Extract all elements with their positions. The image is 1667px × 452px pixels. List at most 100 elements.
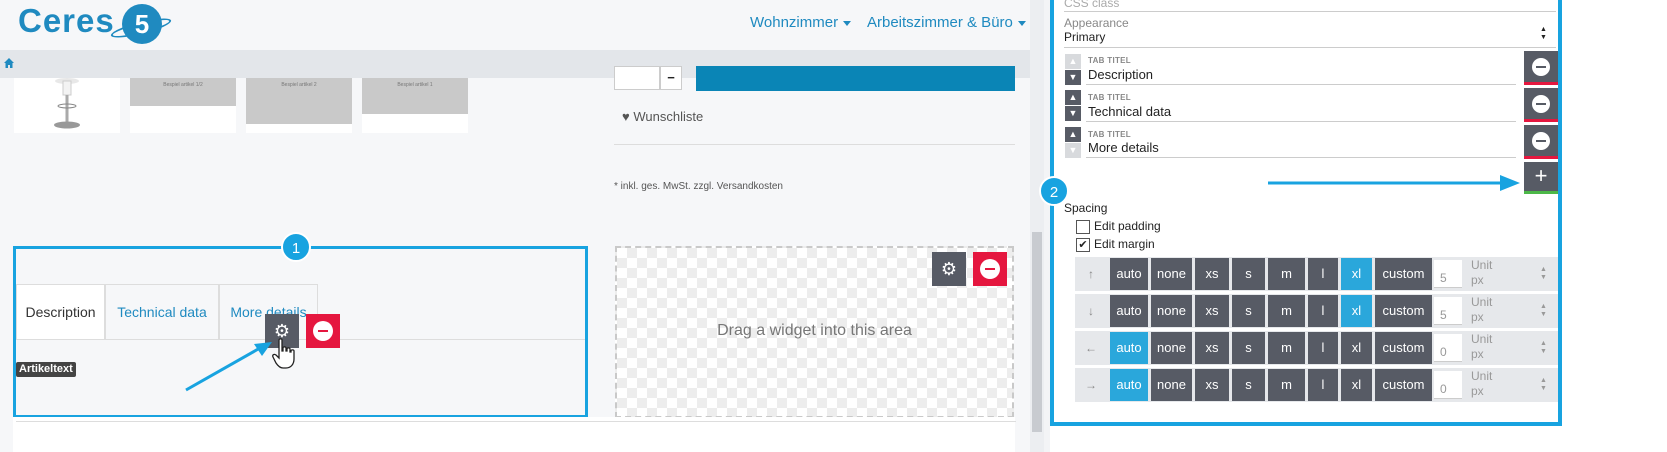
dropzone-settings-button[interactable]: ⚙: [932, 252, 966, 286]
spacing-option-xs[interactable]: xs: [1195, 295, 1229, 327]
tab-technical-data[interactable]: Technical data: [105, 284, 219, 340]
move-down-button[interactable]: ▼: [1065, 143, 1081, 158]
dropzone-remove-button[interactable]: [973, 252, 1007, 286]
tab-title-label: TAB TITEL: [1088, 56, 1131, 65]
spacing-option-auto[interactable]: auto: [1110, 332, 1148, 364]
unit-select[interactable]: px: [1471, 310, 1484, 324]
custom-value-input[interactable]: 5: [1434, 260, 1462, 288]
spacing-option-m[interactable]: m: [1268, 369, 1305, 401]
spacing-option-l[interactable]: l: [1308, 332, 1338, 364]
logo-text[interactable]: Ceres: [18, 2, 115, 40]
spacing-label: Spacing: [1064, 201, 1108, 215]
spacing-option-s[interactable]: s: [1232, 295, 1265, 327]
spacing-option-auto[interactable]: auto: [1110, 369, 1148, 401]
quantity-input[interactable]: [614, 66, 660, 90]
spacing-option-m[interactable]: m: [1268, 332, 1305, 364]
tab-title-input-1[interactable]: Description: [1088, 67, 1153, 82]
spacing-option-none[interactable]: none: [1151, 369, 1192, 401]
nav-item-arbeitszimmer[interactable]: Arbeitszimmer & Büro: [867, 14, 1026, 31]
custom-value-input[interactable]: 0: [1434, 371, 1462, 399]
nav-label: Arbeitszimmer & Büro: [867, 14, 1013, 31]
move-down-button[interactable]: ▼: [1065, 106, 1081, 121]
spacing-option-none[interactable]: none: [1151, 258, 1192, 290]
appearance-value[interactable]: Primary: [1064, 30, 1105, 44]
remove-tab-button-1[interactable]: [1524, 51, 1558, 85]
caret-down-icon: [843, 20, 852, 26]
spacing-option-s[interactable]: s: [1232, 369, 1265, 401]
minus-circle-icon: [980, 259, 1000, 279]
appearance-select-line: [1064, 47, 1556, 48]
spacing-option-auto[interactable]: auto: [1110, 258, 1148, 290]
remove-tab-button-3[interactable]: [1524, 125, 1558, 159]
pointer-arrow-1: [185, 342, 272, 392]
spacing-option-xl[interactable]: xl: [1341, 295, 1372, 327]
spacing-option-xs[interactable]: xs: [1195, 332, 1229, 364]
spacing-option-custom[interactable]: custom: [1375, 295, 1432, 327]
direction-arrow-icon: ←: [1085, 341, 1097, 355]
css-class-input[interactable]: [1064, 11, 1556, 12]
spacing-option-xs[interactable]: xs: [1195, 369, 1229, 401]
select-arrows-icon: ▲ ▼: [1540, 266, 1547, 281]
edit-margin-label: Edit margin: [1094, 237, 1155, 251]
move-down-button[interactable]: ▼: [1065, 70, 1081, 85]
home-icon[interactable]: [4, 58, 14, 68]
thumbnail-4[interactable]: Bespiel artikel 1: [362, 78, 468, 133]
move-up-button[interactable]: ▲: [1065, 90, 1081, 105]
custom-value-input[interactable]: 0: [1434, 334, 1462, 362]
thumbnail-2[interactable]: Bespiel artikel 1/2: [130, 78, 236, 133]
artikeltext-label: Artikeltext: [16, 362, 76, 377]
spacing-option-m[interactable]: m: [1268, 295, 1305, 327]
margin-row: ← auto none xs s m l xl custom 0 Unit px ▲ ▼: [1075, 331, 1558, 365]
thumbnail-caption: Bespiel artikel 1: [362, 78, 468, 114]
direction-arrow-icon: →: [1085, 378, 1097, 392]
spacing-option-none[interactable]: none: [1151, 332, 1192, 364]
scrollbar-thumb[interactable]: [1032, 232, 1042, 432]
spacing-option-s[interactable]: s: [1232, 332, 1265, 364]
thumbnail-caption: Bespiel artikel 2: [246, 78, 352, 124]
thumbnail-3[interactable]: Bespiel artikel 2: [246, 78, 352, 133]
spacing-option-m[interactable]: m: [1268, 258, 1305, 290]
wishlist-link[interactable]: ♥ Wunschliste: [622, 109, 703, 124]
spacing-option-custom[interactable]: custom: [1375, 369, 1432, 401]
thumbnail-main[interactable]: [14, 78, 120, 133]
unit-select[interactable]: px: [1471, 347, 1484, 361]
add-to-basket-button[interactable]: [696, 66, 1015, 91]
select-arrows-icon: ▲ ▼: [1540, 303, 1547, 318]
custom-value-input[interactable]: 5: [1434, 297, 1462, 325]
remove-tab-button-2[interactable]: [1524, 88, 1558, 122]
unit-select[interactable]: px: [1471, 384, 1484, 398]
widget-remove-button[interactable]: [306, 314, 340, 348]
bar-stool-image: [54, 78, 80, 129]
spacing-option-xl[interactable]: xl: [1341, 258, 1372, 290]
move-up-button[interactable]: ▲: [1065, 127, 1081, 142]
spacing-option-s[interactable]: s: [1232, 258, 1265, 290]
tab-title-input-3[interactable]: More details: [1088, 140, 1159, 155]
spacing-option-xl[interactable]: xl: [1341, 332, 1372, 364]
spacing-option-custom[interactable]: custom: [1375, 332, 1432, 364]
tab-description[interactable]: Description: [16, 284, 105, 340]
spacing-option-l[interactable]: l: [1308, 295, 1338, 327]
unit-label: Unit: [1471, 369, 1493, 383]
tab-title-label: TAB TITEL: [1088, 130, 1131, 139]
nav-label: Wohnzimmer: [750, 14, 839, 31]
tab-title-label: TAB TITEL: [1088, 93, 1131, 102]
unit-label: Unit: [1471, 258, 1493, 272]
spacing-option-custom[interactable]: custom: [1375, 258, 1432, 290]
spacing-option-auto[interactable]: auto: [1110, 295, 1148, 327]
quantity-minus-button[interactable]: −: [660, 66, 682, 90]
spacing-option-xl[interactable]: xl: [1341, 369, 1372, 401]
unit-select[interactable]: px: [1471, 273, 1484, 287]
spacing-option-l[interactable]: l: [1308, 369, 1338, 401]
spacing-option-xs[interactable]: xs: [1195, 258, 1229, 290]
nav-item-wohnzimmer[interactable]: Wohnzimmer: [750, 14, 852, 31]
edit-margin-checkbox[interactable]: ✔: [1076, 238, 1090, 252]
edit-padding-checkbox[interactable]: [1076, 220, 1090, 234]
select-arrows-icon: ▲ ▼: [1540, 377, 1547, 392]
spacing-option-none[interactable]: none: [1151, 295, 1192, 327]
spacing-option-l[interactable]: l: [1308, 258, 1338, 290]
move-up-button[interactable]: ▲: [1065, 54, 1081, 69]
tab-title-input-2[interactable]: Technical data: [1088, 104, 1171, 119]
add-tab-button[interactable]: +: [1524, 162, 1558, 194]
pointer-arrow-2: [1268, 175, 1520, 191]
edit-padding-label: Edit padding: [1094, 219, 1161, 233]
